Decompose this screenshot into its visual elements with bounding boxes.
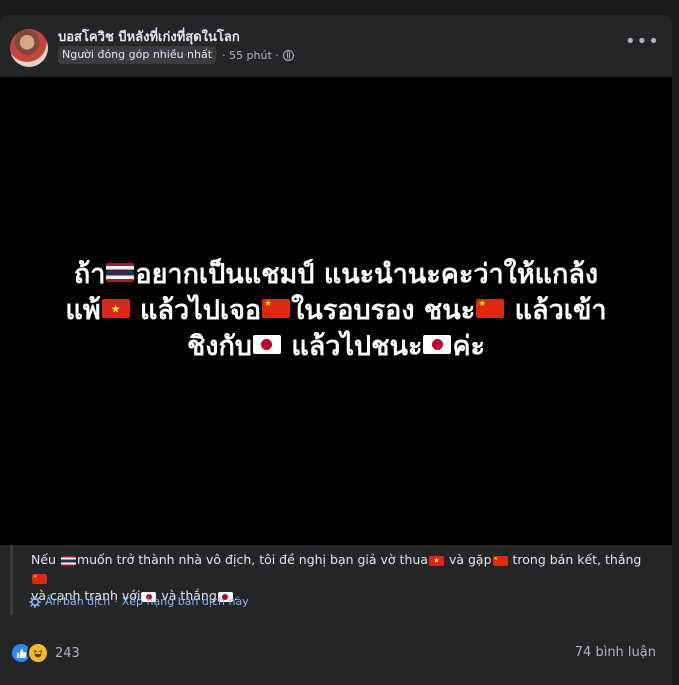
vietnam-flag-icon (101, 299, 130, 318)
text-segment: và gặp (444, 552, 492, 567)
image-line-2: แพ้ แล้วไปเจอ ในรอบรอง ชนะ แล้วเข้า (0, 293, 672, 329)
vietnam-flag-icon (428, 555, 444, 566)
text-segment: แล้วไปเจอ (130, 295, 262, 326)
text-segment: trong bán kết, thắng (508, 552, 642, 567)
post-header: บอสโควิช บีหลังที่เก่งที่สุดในโลก Người … (0, 15, 672, 77)
comments-count-link[interactable]: 74 bình luận (575, 645, 656, 660)
image-caption: ถ้า อยากเป็นแชมป์ แนะนำนะคะว่าให้แกล้ง แพ… (0, 257, 672, 365)
china-flag-icon (476, 299, 505, 318)
post-image[interactable]: ถ้า อยากเป็นแชมป์ แนะนำนะคะว่าให้แกล้ง แพ… (0, 77, 672, 545)
globe-icon (282, 49, 294, 61)
post-time[interactable]: · 55 phút · (222, 49, 279, 62)
thailand-flag-icon (60, 555, 76, 566)
contributor-badge[interactable]: Người đóng góp nhiều nhất (58, 46, 217, 64)
haha-icon (27, 642, 49, 664)
author-name[interactable]: บอสโควิช บีหลังที่เก่งที่สุดในโลก (58, 26, 240, 47)
post-card: บอสโควิช บีหลังที่เก่งที่สุดในโลก Người … (0, 15, 672, 685)
china-flag-icon (32, 573, 47, 584)
more-options-button[interactable]: ••• (625, 33, 659, 55)
china-flag-icon (262, 299, 291, 318)
reactions-summary[interactable]: 243 (10, 642, 80, 664)
link-separator: · (114, 595, 118, 608)
japan-flag-icon (423, 335, 452, 354)
china-flag-icon (492, 555, 508, 566)
text-segment: อยากเป็นแชมป์ แนะนำนะคะว่าให้แกล้ง (135, 259, 599, 290)
text-segment: muốn trở thành nhà vô địch, tôi đề nghị … (76, 552, 428, 567)
text-segment: ค่ะ (452, 331, 486, 362)
hide-translation-link[interactable]: Ẩn bản dịch (45, 595, 110, 608)
text-segment: Nếu (31, 552, 60, 567)
text-segment: แพ้ (65, 295, 101, 326)
image-line-1: ถ้า อยากเป็นแชมป์ แนะนำนะคะว่าให้แกล้ง (0, 257, 672, 293)
translation-links: Ẩn bản dịch · Xếp hạng bản dịch này (29, 595, 249, 608)
gear-icon (29, 595, 41, 608)
text-segment: แล้วเข้า (505, 295, 607, 326)
rate-translation-link[interactable]: Xếp hạng bản dịch này (122, 595, 249, 608)
thailand-flag-icon (106, 263, 135, 282)
post-footer: 243 74 bình luận (0, 635, 672, 671)
text-segment: ถ้า (73, 259, 106, 290)
reaction-count: 243 (55, 645, 80, 661)
avatar[interactable] (10, 29, 48, 67)
translation-block: Nếu muốn trở thành nhà vô địch, tôi đề n… (10, 545, 663, 615)
post-meta: Người đóng góp nhiều nhất · 55 phút · (58, 46, 294, 64)
text-segment: แล้วไปชนะ (281, 331, 423, 362)
japan-flag-icon (252, 335, 281, 354)
image-line-3: ชิงกับ แล้วไปชนะ ค่ะ (0, 329, 672, 365)
text-segment: ชิงกับ (186, 331, 252, 362)
text-segment: ในรอบรอง ชนะ (291, 295, 476, 326)
